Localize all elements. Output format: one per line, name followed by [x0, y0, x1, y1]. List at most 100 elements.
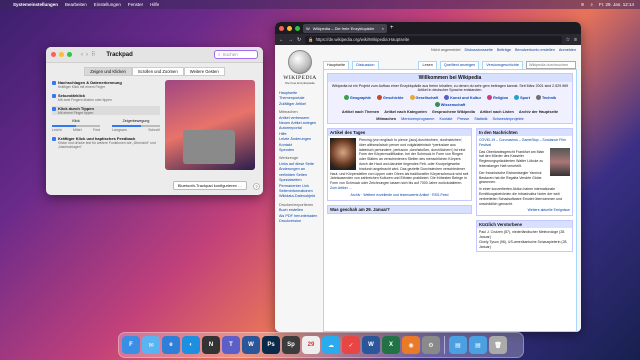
menu-bearbeiten[interactable]: Bearbeiten: [65, 2, 87, 7]
tab-diskussion[interactable]: Diskussion: [352, 61, 379, 69]
news-image[interactable]: [550, 147, 570, 176]
menu-icon[interactable]: ≡: [574, 37, 577, 43]
dock-extra-app-icon-2[interactable]: 🗑: [489, 336, 507, 354]
link-kontakt[interactable]: Kontakt: [439, 117, 452, 121]
user-link-contributions[interactable]: Beiträge: [497, 48, 511, 52]
link-statistik[interactable]: Statistik: [474, 117, 487, 121]
bookmark-icon[interactable]: ☆: [566, 37, 570, 43]
dock-app-icon-15[interactable]: ⚙: [422, 336, 440, 354]
back-icon[interactable]: ‹: [81, 52, 83, 58]
sidebar-item[interactable]: Wikidata-Datenobjekt: [279, 194, 321, 199]
close-tab-icon[interactable]: ×: [382, 26, 384, 31]
tab-scrollen-zoomen[interactable]: Scrollen und Zoomen: [131, 67, 184, 76]
dock-app-icon-0[interactable]: F: [122, 336, 140, 354]
dock-app-icon-7[interactable]: Ps: [262, 336, 280, 354]
option-sekundaerklick[interactable]: Sekundärklick Mit zwei Fingern klicken o…: [52, 93, 160, 102]
dock-app-icon-6[interactable]: W: [242, 336, 260, 354]
dock-app-icon-1[interactable]: ✉: [142, 336, 160, 354]
tab-weitere-gesten[interactable]: Weitere Gesten: [183, 67, 225, 76]
close-icon[interactable]: [279, 25, 284, 31]
portal-kunst-kultur[interactable]: Kunst und Kultur: [444, 95, 481, 100]
dock-app-icon-12[interactable]: W: [362, 336, 380, 354]
search-icon[interactable]: ⌕: [590, 2, 593, 8]
trackpad-search-input[interactable]: ⌕ Suchen: [214, 50, 258, 59]
minimize-icon[interactable]: [59, 52, 64, 57]
minimize-icon[interactable]: [287, 25, 292, 31]
option-force-touch[interactable]: Kräftiger Klick und haptisches Feedback …: [52, 136, 160, 149]
wiki-search-input[interactable]: Wikipedia durchsuchen: [526, 61, 576, 69]
dock-extra-app-icon-1[interactable]: ▤: [469, 336, 487, 354]
forward-icon[interactable]: ›: [86, 52, 88, 58]
help-button[interactable]: ?: [253, 183, 260, 190]
featured-article-more-link[interactable]: Zum Artikel …: [330, 186, 352, 190]
tab-versionsgeschichte[interactable]: Versionsgeschichte: [482, 61, 523, 69]
link-gesprochen[interactable]: Gesprochene Wikipedia: [432, 110, 475, 114]
klick-slider[interactable]: Klick Leicht Mittel Fest: [52, 119, 100, 132]
link-listen[interactable]: Artikel nach Listen: [480, 110, 514, 114]
user-link-login[interactable]: Anmelden: [559, 48, 576, 52]
sidebar-item[interactable]: Druckversion: [279, 219, 321, 224]
menu-app-name[interactable]: Systemeinstellungen: [13, 2, 58, 7]
dock-app-icon-4[interactable]: N: [202, 336, 220, 354]
zoom-icon[interactable]: [67, 52, 72, 57]
reload-icon[interactable]: ↻: [297, 37, 301, 43]
dock-app-icon-5[interactable]: T: [222, 336, 240, 354]
dock-app-icon-8[interactable]: Sp: [282, 336, 300, 354]
browser-tab[interactable]: W Wikipedia – Die freie Enzyklopädie ×: [303, 23, 387, 33]
wifi-icon[interactable]: ≋: [581, 2, 585, 8]
sidebar-item[interactable]: Zufälliger Artikel: [279, 102, 321, 107]
portal-gesellschaft[interactable]: Gesellschaft: [409, 95, 438, 100]
link-schwesterprojekte[interactable]: Schwesterprojekte: [492, 117, 523, 121]
link-mitmachen[interactable]: Mitmachen: [376, 117, 396, 121]
link-archiv[interactable]: Archiv der Hauptseite: [519, 110, 558, 114]
back-icon[interactable]: ←: [279, 37, 284, 43]
checkbox-icon[interactable]: [52, 81, 56, 85]
dock-app-icon-3[interactable]: ◐: [182, 336, 200, 354]
news-more-link[interactable]: Weitere aktuelle Ereignisse: [479, 208, 570, 213]
dock-app-icon-10[interactable]: ☁: [322, 336, 340, 354]
dock-extra-app-icon-0[interactable]: ▤: [449, 336, 467, 354]
sidebar-item[interactable]: Änderungen an verlinkten Seiten: [279, 167, 321, 178]
menu-einstellungen[interactable]: Einstellungen: [94, 2, 121, 7]
portal-geschichte[interactable]: Geschichte: [377, 95, 404, 100]
menu-fenster[interactable]: Fenster: [128, 2, 143, 7]
menu-datetime[interactable]: Fr. 29. Jan. 12:14: [599, 2, 634, 8]
link-mentoren[interactable]: Mentorenprogramm: [401, 117, 434, 121]
news-topics[interactable]: COVID-19 – Coronavirus – GameStop – Sund…: [479, 138, 570, 148]
link-presse[interactable]: Presse: [457, 117, 469, 121]
user-link-create-account[interactable]: Benutzerkonto erstellen: [515, 48, 555, 52]
tab-hauptseite[interactable]: Hauptseite: [323, 61, 350, 69]
grid-icon[interactable]: ⠿: [91, 51, 95, 58]
checkbox-icon[interactable]: [52, 107, 56, 111]
sidebar-item[interactable]: Spenden: [279, 148, 321, 153]
menu-hilfe[interactable]: Hilfe: [150, 2, 159, 7]
dock-app-icon-9[interactable]: 29: [302, 336, 320, 354]
dock-app-icon-2[interactable]: e: [162, 336, 180, 354]
new-tab-icon[interactable]: +: [390, 25, 394, 31]
featured-article-footer[interactable]: Archiv · Weitere exzellente und lesenswe…: [330, 193, 469, 198]
wikipedia-logo[interactable]: WIKIPEDIA Die freie Enzyklopädie: [279, 50, 321, 85]
dock-app-icon-13[interactable]: X: [382, 336, 400, 354]
link-kategorien[interactable]: Artikel nach Kategorien: [384, 110, 427, 114]
zoom-icon[interactable]: [295, 25, 300, 31]
bluetooth-trackpad-button[interactable]: Bluetooth-Trackpad konfigurieren …: [172, 181, 247, 190]
url-bar[interactable]: 🔒 https://de.wikipedia.org/wiki/Wikipedi…: [305, 35, 562, 44]
forward-icon[interactable]: →: [288, 37, 293, 43]
option-nachschlagen[interactable]: Nachschlagen & Datenerkennung Kräftiger …: [52, 80, 160, 89]
checkbox-icon[interactable]: [52, 137, 56, 141]
zeiger-slider[interactable]: Zeigerbewegung Langsam Schnell: [112, 119, 160, 132]
checkbox-icon[interactable]: [52, 94, 56, 98]
featured-article-image[interactable]: [330, 138, 356, 170]
tab-zeigen-klicken[interactable]: Zeigen und Klicken: [84, 67, 132, 76]
portal-wissenschaft[interactable]: Wissenschaft: [434, 102, 465, 107]
dock-app-icon-14[interactable]: ◉: [402, 336, 420, 354]
portal-technik[interactable]: Technik: [536, 95, 556, 100]
link-themen[interactable]: Artikel nach Themen: [342, 110, 379, 114]
portal-geographie[interactable]: Geographie: [343, 95, 371, 100]
portal-religion[interactable]: Religion: [487, 95, 508, 100]
tab-quelltext[interactable]: Quelltext anzeigen: [439, 61, 480, 69]
dock-app-icon-11[interactable]: ✓: [342, 336, 360, 354]
user-link-discussion[interactable]: Diskussionsseite: [465, 48, 493, 52]
option-klick-durch-tippen[interactable]: Klick durch Tippen Mit einem Finger tipp…: [52, 106, 160, 115]
portal-sport[interactable]: Sport: [514, 95, 530, 100]
